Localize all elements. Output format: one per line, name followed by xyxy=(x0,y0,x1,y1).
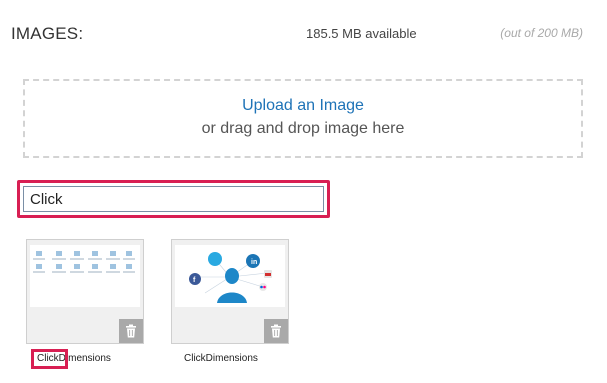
storage-available: 185.5 MB available xyxy=(306,26,417,41)
image-card[interactable]: in f xyxy=(171,239,289,344)
image-thumbnail[interactable]: in f xyxy=(175,245,285,307)
delete-button[interactable] xyxy=(264,319,288,343)
trash-icon xyxy=(126,324,136,338)
drop-hint: or drag and drop image here xyxy=(201,120,405,137)
image-search-input[interactable] xyxy=(23,186,324,212)
image-card[interactable] xyxy=(26,239,144,344)
label-highlight-box xyxy=(31,349,68,369)
storage-total: (out of 200 MB) xyxy=(500,26,583,40)
upload-image-link[interactable]: Upload an Image xyxy=(25,97,581,115)
image-dropzone[interactable]: Upload an Image or drag and drop image h… xyxy=(23,79,583,158)
trash-icon xyxy=(271,324,281,338)
images-header-title: IMAGES: xyxy=(11,24,84,43)
image-thumbnail[interactable] xyxy=(30,245,140,307)
thumbnail-graphic: in f xyxy=(175,245,285,307)
image-name-label: ClickDimensions xyxy=(184,353,258,364)
svg-text:in: in xyxy=(251,259,257,266)
thumbnail-graphic xyxy=(30,245,140,307)
delete-button[interactable] xyxy=(119,319,143,343)
